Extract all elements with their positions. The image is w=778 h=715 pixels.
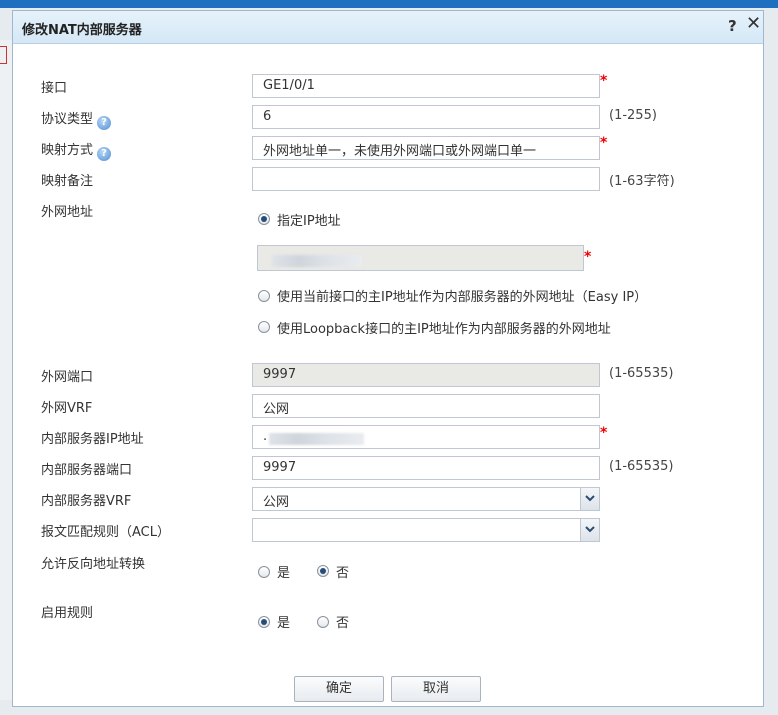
- acl-label: 报文匹配规则（ACL）: [41, 525, 170, 540]
- radio-specify-ip-label: 指定IP地址: [277, 214, 341, 229]
- protocol-input[interactable]: 6: [252, 105, 600, 129]
- internal-port-label: 内部服务器端口: [41, 463, 133, 478]
- internal-vrf-select[interactable]: 公网: [252, 487, 600, 511]
- public-vrf-input[interactable]: 公网: [252, 394, 600, 418]
- mapping-note-input[interactable]: [252, 167, 600, 191]
- radio-specify-ip[interactable]: [258, 213, 270, 225]
- internal-ip-value: .: [263, 429, 268, 444]
- mapping-mode-input[interactable]: 外网地址单一，未使用外网端口或外网端口单一: [252, 136, 600, 160]
- mapping-mode-label: 映射方式?: [41, 139, 112, 161]
- radio-reverse-yes-label: 是: [277, 566, 291, 581]
- radio-easy-ip-label: 使用当前接口的主IP地址作为内部服务器的外网地址（Easy IP）: [277, 290, 648, 305]
- public-port-input[interactable]: 9997: [252, 363, 600, 387]
- background-panel: [0, 40, 12, 700]
- reverse-nat-label: 允许反向地址转换: [41, 557, 146, 572]
- redacted-ip: [272, 255, 362, 267]
- radio-reverse-no-label: 否: [336, 566, 350, 581]
- close-icon[interactable]: ✕: [746, 15, 761, 33]
- chevron-down-icon[interactable]: [580, 488, 599, 510]
- mapping-note-hint: (1-63字符): [609, 174, 675, 189]
- required-mark: *: [600, 73, 608, 89]
- enable-rule-label: 启用规则: [41, 606, 94, 621]
- question-icon[interactable]: ?: [97, 116, 112, 130]
- question-icon[interactable]: ?: [97, 147, 112, 161]
- radio-loopback[interactable]: [258, 321, 270, 333]
- radio-reverse-no[interactable]: [317, 565, 329, 577]
- interface-input[interactable]: GE1/0/1: [252, 74, 600, 98]
- radio-reverse-yes[interactable]: [258, 566, 270, 578]
- required-mark: *: [600, 425, 608, 441]
- protocol-hint: (1-255): [609, 108, 657, 123]
- ok-button[interactable]: 确定: [294, 676, 384, 702]
- protocol-label: 协议类型?: [41, 108, 112, 130]
- internal-port-hint: (1-65535): [609, 459, 674, 474]
- public-port-hint: (1-65535): [609, 366, 674, 381]
- internal-vrf-label: 内部服务器VRF: [41, 494, 132, 509]
- required-mark: *: [600, 135, 608, 151]
- dialog-titlebar: 修改NAT内部服务器 ? ✕: [13, 11, 763, 44]
- nat-server-dialog: 修改NAT内部服务器 ? ✕ 接口 GE1/0/1 * 协议类型? 6 (1-2…: [12, 10, 764, 707]
- internal-vrf-value: 公网: [263, 495, 290, 510]
- radio-enable-no-label: 否: [336, 616, 350, 631]
- radio-enable-yes[interactable]: [258, 616, 270, 628]
- public-address-label: 外网地址: [41, 205, 94, 220]
- cancel-button[interactable]: 取消: [391, 676, 481, 702]
- dialog-title: 修改NAT内部服务器: [22, 23, 142, 38]
- required-mark: *: [584, 249, 592, 265]
- background-edit-icon: [0, 46, 7, 64]
- acl-select[interactable]: [252, 518, 600, 542]
- interface-label: 接口: [41, 81, 68, 96]
- public-ip-input[interactable]: [257, 245, 584, 271]
- radio-enable-no[interactable]: [317, 616, 329, 628]
- internal-ip-label: 内部服务器IP地址: [41, 432, 144, 447]
- internal-ip-input[interactable]: .: [252, 425, 600, 449]
- internal-port-input[interactable]: 9997: [252, 456, 600, 480]
- protocol-label-text: 协议类型: [41, 112, 94, 127]
- radio-loopback-label: 使用Loopback接口的主IP地址作为内部服务器的外网地址: [277, 322, 611, 337]
- chevron-down-icon[interactable]: [580, 519, 599, 541]
- public-vrf-label: 外网VRF: [41, 401, 93, 416]
- mapping-mode-label-text: 映射方式: [41, 143, 94, 158]
- radio-enable-yes-label: 是: [277, 616, 291, 631]
- radio-easy-ip[interactable]: [258, 290, 270, 302]
- app-top-bar: [0, 0, 778, 8]
- mapping-note-label: 映射备注: [41, 174, 94, 189]
- public-port-label: 外网端口: [41, 370, 94, 385]
- help-icon[interactable]: ?: [728, 17, 737, 35]
- redacted-ip: [269, 433, 364, 445]
